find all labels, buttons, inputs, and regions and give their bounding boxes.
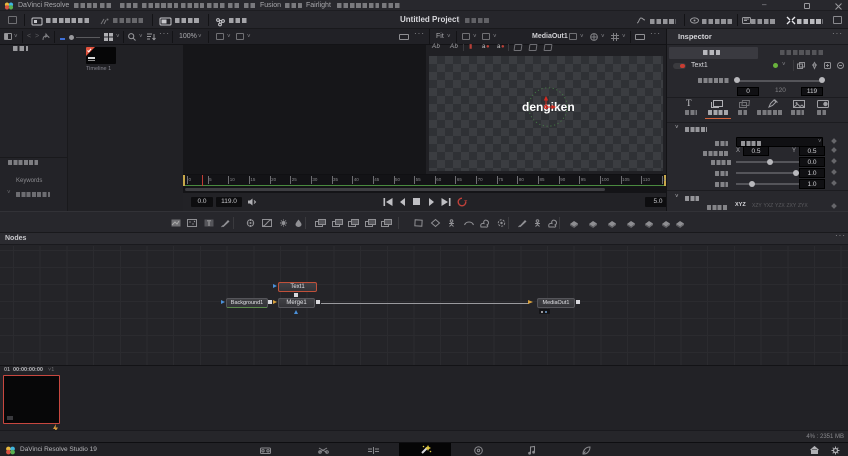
svg-text:T: T	[207, 220, 212, 228]
